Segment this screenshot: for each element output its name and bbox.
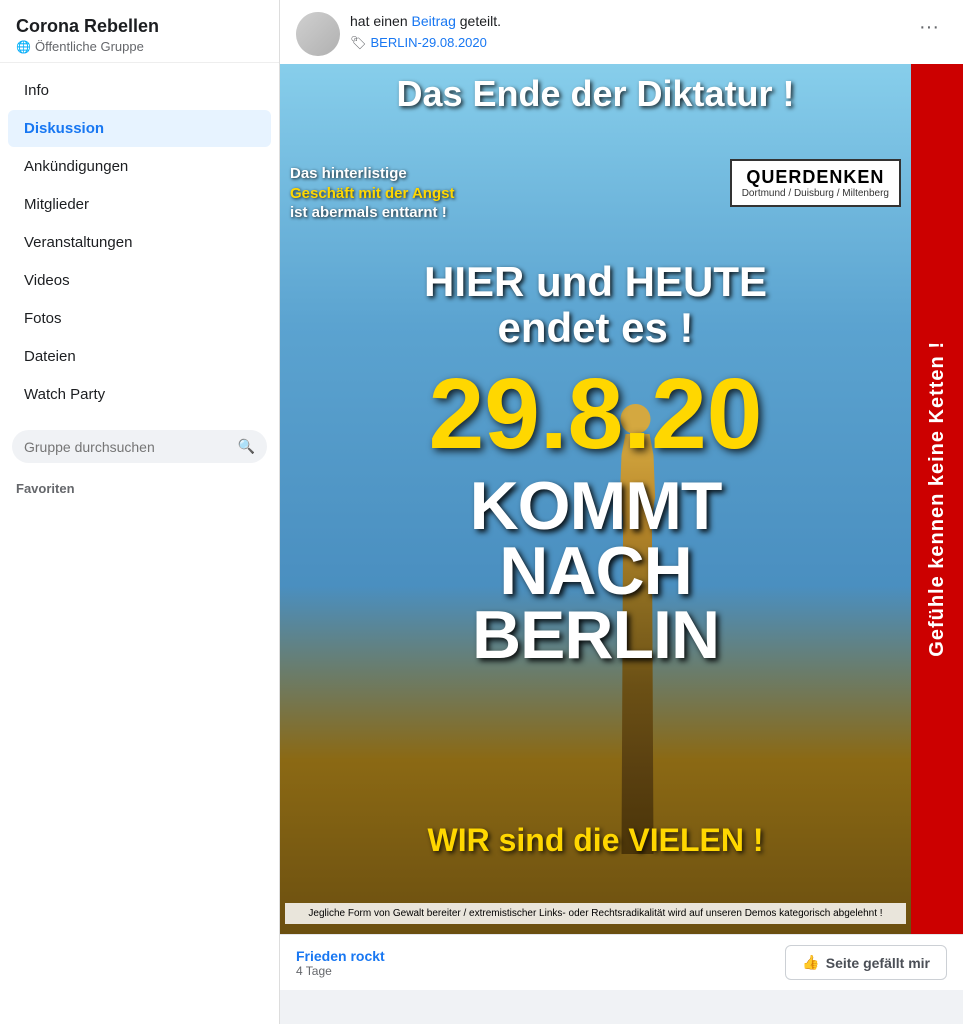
tag-row: 🏷 BERLIN-29.08.2020 [350,34,501,52]
disclaimer-text: Jegliche Form von Gewalt bereiter / extr… [285,903,906,924]
post-header: hat einen Beitrag geteilt. 🏷 BERLIN-29.0… [280,0,963,64]
group-header: Corona Rebellen 🌐 Öffentliche Gruppe [0,0,279,63]
sidebar-item-videos[interactable]: Videos [8,262,271,299]
hier-heute-block: HIER und HEUTE endet es ! [280,259,911,351]
kommt-block: KOMMT NACH BERLIN [280,474,911,668]
poster-image: Gefühle kennen keine Ketten ! Das Ende d… [280,64,963,934]
post-header-left: hat einen Beitrag geteilt. 🏷 BERLIN-29.0… [296,12,501,56]
sidebar-item-diskussion[interactable]: Diskussion [8,110,271,147]
sidebar-item-ankuendigungen[interactable]: Ankündigungen [8,148,271,185]
post-footer: Frieden rockt 4 Tage 👍 Seite gefällt mir [280,934,963,990]
footer-link[interactable]: Frieden rockt [296,948,385,964]
avatar [296,12,340,56]
querdenken-brand: QUERDENKEN [742,167,889,188]
like-page-button[interactable]: 👍 Seite gefällt mir [785,945,947,980]
nav-menu: Info Diskussion Ankündigungen Mitglieder… [0,63,279,422]
querdenken-cities: Dortmund / Duisburg / Miltenberg [742,188,889,199]
thumbs-icon: 👍 [802,954,819,971]
search-icon: 🔍 [238,438,255,455]
shared-text: hat einen Beitrag geteilt. [350,13,501,29]
sidebar-item-veranstaltungen[interactable]: Veranstaltungen [8,224,271,261]
like-button-label: Seite gefällt mir [826,955,930,971]
wir-block: WIR sind die VIELEN ! [280,822,911,859]
search-bar[interactable]: 🔍 [12,430,267,463]
favorites-label: Favoriten [0,471,279,502]
date-block: 29.8.20 [280,364,911,464]
post-meta: hat einen Beitrag geteilt. 🏷 BERLIN-29.0… [350,12,501,52]
beitrag-link[interactable]: Beitrag [412,13,456,29]
search-input[interactable] [24,439,232,455]
main-content: hat einen Beitrag geteilt. 🏷 BERLIN-29.0… [280,0,963,1024]
red-banner-text: Gefühle kennen keine Ketten ! [927,341,947,657]
footer-left: Frieden rockt 4 Tage [296,948,385,978]
poster-container: Gefühle kennen keine Ketten ! Das Ende d… [280,64,963,934]
sidebar-item-watchparty[interactable]: Watch Party [8,376,271,413]
tag-link[interactable]: BERLIN-29.08.2020 [371,34,487,52]
avatar-image [296,12,340,56]
sidebar: Corona Rebellen 🌐 Öffentliche Gruppe Inf… [0,0,280,1024]
poster-subtitle: Das hinterlistige Geschäft mit der Angst… [290,164,550,223]
post-card: hat einen Beitrag geteilt. 🏷 BERLIN-29.0… [280,0,963,990]
querdenken-box: QUERDENKEN Dortmund / Duisburg / Miltenb… [730,159,901,207]
globe-icon: 🌐 [16,40,31,54]
poster-title: Das Ende der Diktatur ! [280,74,911,114]
group-name: Corona Rebellen [16,16,263,37]
sidebar-item-info[interactable]: Info [8,72,271,109]
red-banner: Gefühle kennen keine Ketten ! [911,64,963,934]
sidebar-item-dateien[interactable]: Dateien [8,338,271,375]
footer-sub: 4 Tage [296,964,385,978]
sidebar-item-mitglieder[interactable]: Mitglieder [8,186,271,223]
group-type: 🌐 Öffentliche Gruppe [16,39,263,54]
tag-icon: 🏷 [350,34,367,52]
sidebar-item-fotos[interactable]: Fotos [8,300,271,337]
more-options-button[interactable]: ··· [911,12,947,43]
